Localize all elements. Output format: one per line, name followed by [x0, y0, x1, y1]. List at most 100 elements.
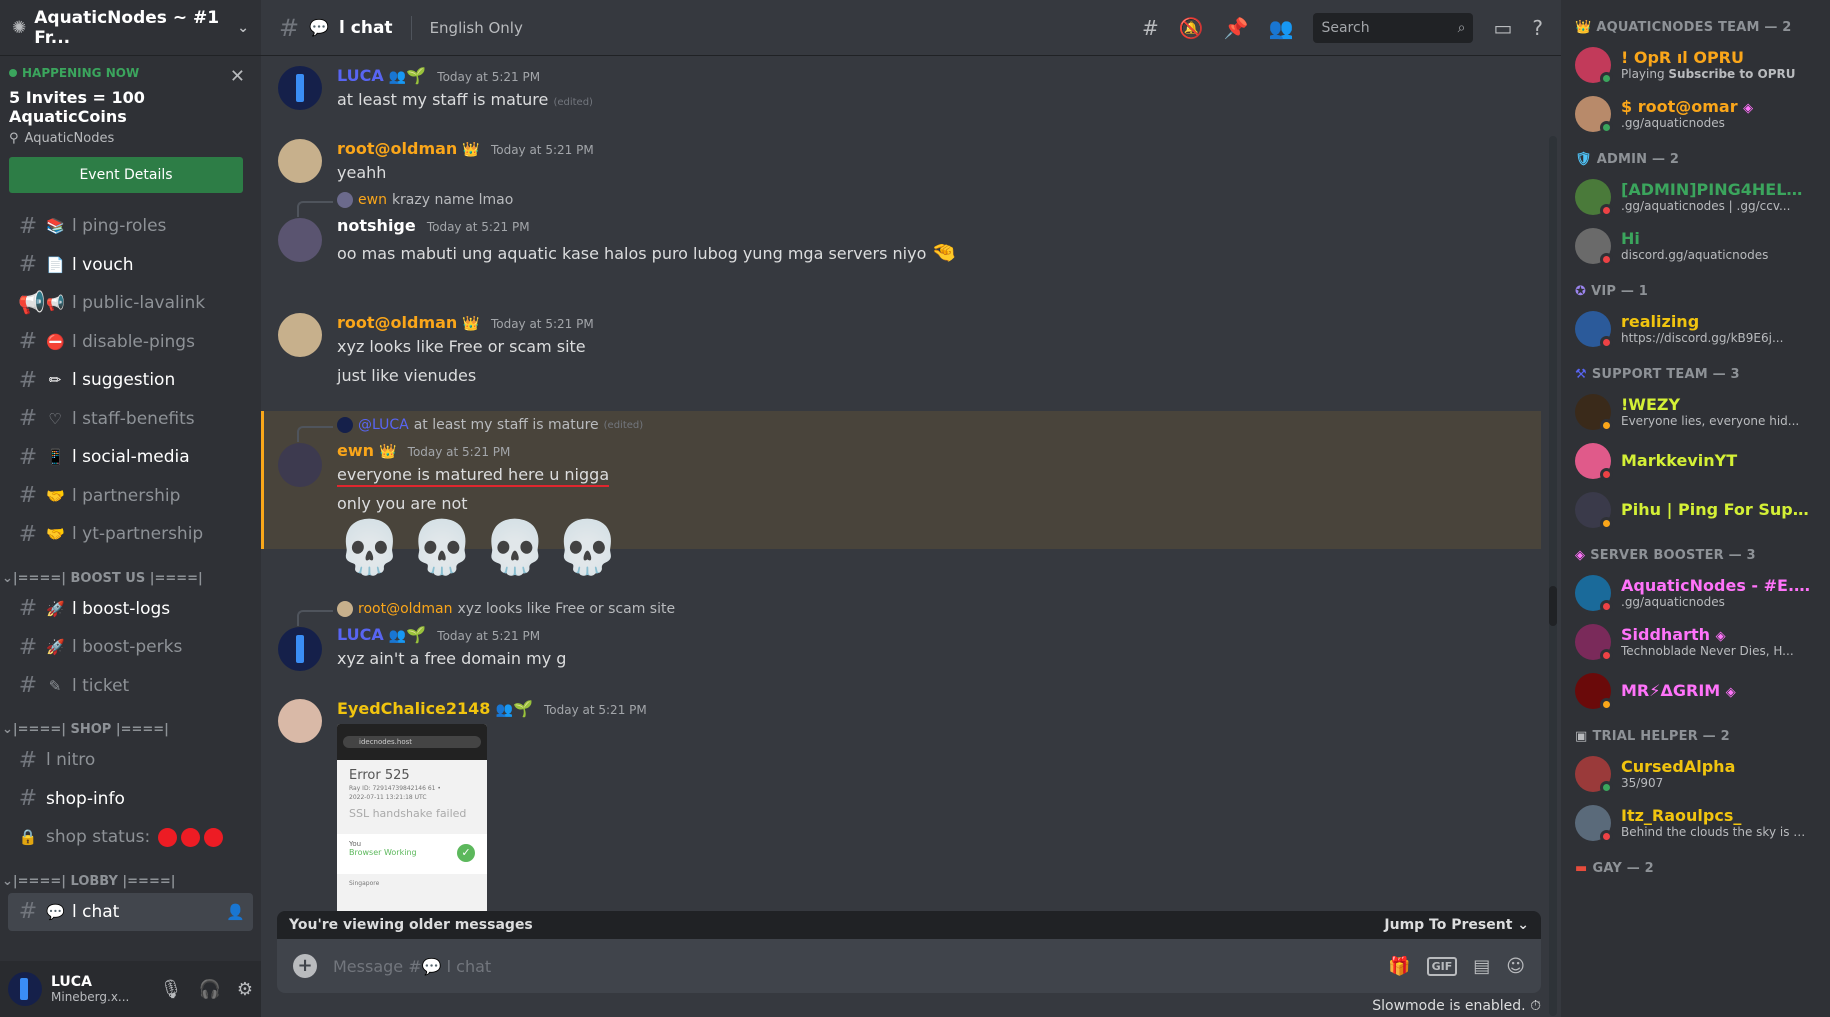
- help-icon[interactable]: ?: [1532, 16, 1543, 40]
- skull-emoji: 💀: [555, 518, 620, 578]
- member-item[interactable]: $ root@omar ◈ .gg/aquaticnodes: [1575, 89, 1830, 138]
- gear-icon[interactable]: ⚙: [237, 979, 253, 1000]
- member-item[interactable]: Siddharth ◈ Technoblade Never Dies, H...: [1575, 617, 1830, 666]
- microphone-icon[interactable]: 🎙: [160, 979, 183, 1000]
- channel-partnership[interactable]: # 🤝 l partnership: [8, 477, 253, 516]
- category-boost[interactable]: ⌄ |====| BOOST US |====|: [0, 560, 261, 590]
- member-item[interactable]: AquaticNodes - #E... ◈.gg/aquaticnodes: [1575, 568, 1830, 617]
- member-item[interactable]: ! OpR ıl OPRU Playing Subscribe to OPRU: [1575, 40, 1830, 89]
- avatar[interactable]: [8, 972, 42, 1006]
- channel-public-lavalink[interactable]: 📢 📢 l public-lavalink: [8, 284, 253, 323]
- avatar[interactable]: [278, 699, 322, 743]
- lock-icon: 🔒: [18, 828, 38, 847]
- member-item[interactable]: !WEZY Everyone lies, everyone hid...: [1575, 387, 1830, 436]
- reply-preview[interactable]: ewn krazy name lmao: [296, 192, 513, 217]
- channel-staff-benefits[interactable]: # ♡ l staff-benefits: [8, 400, 253, 439]
- member-item[interactable]: Itz_Raoulpcs_ Behind the clouds the sky i…: [1575, 798, 1830, 847]
- timestamp: Today at 5:21 PM: [437, 70, 541, 84]
- channel-boost-logs[interactable]: # 🚀 l boost-logs: [8, 590, 253, 629]
- avatar[interactable]: [278, 139, 322, 183]
- hash-icon: #: [18, 899, 38, 925]
- user-name: LUCA: [51, 974, 92, 990]
- threads-icon[interactable]: #: [1142, 16, 1159, 40]
- channel-shop-status[interactable]: 🔒 shop status:: [8, 818, 253, 857]
- crown-icon: 👑: [462, 142, 480, 158]
- channel-social-media[interactable]: # 📱 l social-media: [8, 438, 253, 477]
- event-details-button[interactable]: Event Details: [9, 157, 243, 193]
- channel-yt-partnership[interactable]: # 🤝 l yt-partnership: [8, 515, 253, 554]
- message-input[interactable]: Message #💬 l chat: [333, 957, 491, 976]
- channel-nitro[interactable]: # l nitro: [8, 741, 253, 780]
- pin-icon[interactable]: 📌: [1224, 16, 1249, 40]
- members-icon[interactable]: 👥: [1269, 16, 1294, 40]
- add-member-icon[interactable]: 👤: [226, 903, 245, 921]
- channel-shop-info[interactable]: # shop-info: [8, 780, 253, 819]
- member-item[interactable]: CursedAlpha 35/907: [1575, 749, 1830, 798]
- avatar[interactable]: [278, 443, 322, 487]
- mute-bell-icon[interactable]: 🔕: [1179, 16, 1204, 40]
- add-attachment-icon[interactable]: +: [293, 954, 317, 978]
- channel-ticket[interactable]: # ✎ l ticket: [8, 667, 253, 706]
- reply-preview[interactable]: root@oldman xyz looks like Free or scam s…: [296, 601, 675, 626]
- image-attachment[interactable]: idecnodes.host Error 525 Ray ID: 7291473…: [337, 724, 487, 914]
- avatar: [1575, 672, 1613, 711]
- author-name[interactable]: notshige: [337, 216, 416, 235]
- channel-vouch[interactable]: # 📄 l vouch: [8, 246, 253, 285]
- close-icon[interactable]: ✕: [230, 66, 245, 87]
- scrollbar[interactable]: [1549, 136, 1557, 1016]
- author-name[interactable]: EyedChalice2148: [337, 699, 490, 718]
- hash-icon: #: [18, 213, 38, 239]
- reply-preview[interactable]: @LUCA at least my staff is mature (edited): [296, 417, 643, 442]
- skull-emoji: 💀: [482, 518, 548, 578]
- red-circle-icon: [204, 827, 224, 847]
- inbox-icon[interactable]: ▭: [1493, 16, 1512, 40]
- boost-gem-icon: ◈: [1575, 547, 1586, 563]
- pinching-hand-emoji: 🤏: [931, 240, 957, 264]
- sticker-icon[interactable]: ▤: [1473, 956, 1490, 977]
- gift-icon[interactable]: 🎁: [1388, 956, 1410, 977]
- live-dot: [9, 69, 17, 77]
- member-item[interactable]: Pihu | Ping For Supp... ◈: [1575, 485, 1830, 534]
- channel-ping-roles[interactable]: # 📚 l ping-roles: [8, 207, 253, 246]
- channel-sidebar: ✺ AquaticNodes ~ #1 Fr... ⌄ HAPPENING NO…: [0, 0, 261, 1017]
- channel-suggestion[interactable]: # ✏ l suggestion: [8, 361, 253, 400]
- jump-to-present-button[interactable]: Jump To Present ⌄: [1384, 917, 1529, 933]
- author-name[interactable]: ewn: [337, 441, 374, 460]
- headphones-icon[interactable]: 🎧: [198, 979, 220, 1000]
- avatar: [1575, 574, 1613, 613]
- channel-chat[interactable]: # 💬 l chat 👤: [8, 892, 253, 931]
- author-name[interactable]: LUCA: [337, 66, 384, 85]
- channel-disable-pings[interactable]: # ⛔ l disable-pings: [8, 323, 253, 362]
- member-item[interactable]: Hi discord.gg/aquaticnodes: [1575, 221, 1830, 270]
- member-item[interactable]: realizing https://discord.gg/kB9E6j...: [1575, 304, 1830, 353]
- member-item[interactable]: MarkkevinYT: [1575, 436, 1830, 485]
- message-text: everyone is matured here u nigga: [337, 465, 610, 487]
- server-header[interactable]: ✺ AquaticNodes ~ #1 Fr... ⌄: [0, 0, 261, 56]
- search-input[interactable]: Search ⌕: [1313, 12, 1474, 43]
- channel-boost-perks[interactable]: # 🚀 l boost-perks: [8, 628, 253, 667]
- slowmode-notice: Slowmode is enabled. ⏱: [1372, 998, 1541, 1014]
- server-icon: ✺: [12, 17, 27, 38]
- avatar[interactable]: [278, 66, 322, 110]
- search-icon: ⌕: [1457, 19, 1466, 36]
- hash-icon: #: [18, 252, 38, 278]
- member-item[interactable]: MR⚡ΔGRIM ◈: [1575, 666, 1830, 715]
- channel-header: # 💬 l chat English Only # 🔕 📌 👥 Search ⌕ …: [261, 0, 1561, 56]
- author-name[interactable]: root@oldman: [337, 313, 457, 332]
- author-name[interactable]: root@oldman: [337, 139, 457, 158]
- edited-label: (edited): [553, 97, 593, 108]
- hash-icon: #: [18, 634, 38, 660]
- category-lobby[interactable]: ⌄ |====| LOBBY |====|: [0, 863, 261, 893]
- author-name[interactable]: LUCA: [337, 625, 384, 644]
- chat-area: # 💬 l chat English Only # 🔕 📌 👥 Search ⌕ …: [261, 0, 1561, 1017]
- avatar[interactable]: [278, 313, 322, 357]
- emoji-icon[interactable]: ☺: [1506, 956, 1525, 977]
- gif-button[interactable]: GIF: [1426, 956, 1458, 976]
- member-item[interactable]: [ADMIN]PING4HELP ◈.gg/aquaticnodes | .gg…: [1575, 172, 1830, 221]
- avatar[interactable]: [278, 627, 322, 671]
- crown-icon: 👑: [462, 316, 480, 332]
- channel-topic[interactable]: English Only: [430, 19, 523, 37]
- message-composer: + Message #💬 l chat 🎁 GIF ▤ ☺: [277, 939, 1541, 993]
- category-shop[interactable]: ⌄ |====| SHOP |====|: [0, 711, 261, 741]
- avatar[interactable]: [278, 218, 322, 262]
